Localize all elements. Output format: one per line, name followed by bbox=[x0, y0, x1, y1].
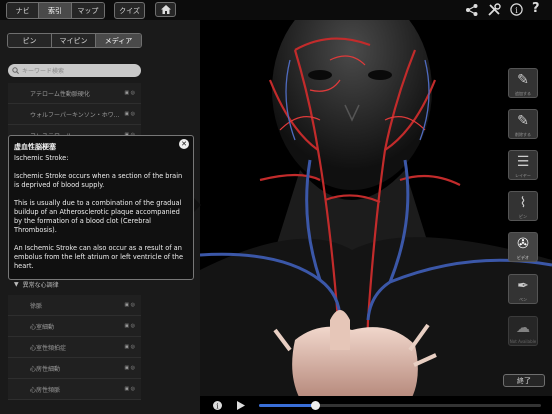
section-title: 異常な心調律 bbox=[22, 282, 59, 289]
tab-navi[interactable]: ナビ bbox=[7, 3, 40, 18]
pin-remove-icon: ✎ bbox=[517, 113, 529, 129]
svg-text:i: i bbox=[515, 6, 518, 15]
lock-pin-icon: ▣ ◎ bbox=[124, 302, 135, 308]
list-item[interactable]: 心室性頻拍症 ▣ ◎ bbox=[8, 337, 141, 358]
pin-add-icon: ✎ bbox=[517, 72, 529, 88]
triangle-down-icon: ▼ bbox=[14, 281, 19, 288]
info-popup: 虚血性脳梗塞 ✕ Ischemic Stroke: Ischemic Strok… bbox=[8, 135, 194, 280]
end-button[interactable]: 終了 bbox=[503, 374, 545, 387]
anatomy-3d-model bbox=[200, 20, 552, 414]
list-item[interactable]: 徐脈 ▣ ◎ bbox=[8, 295, 141, 316]
play-icon[interactable] bbox=[236, 401, 245, 410]
pin-icon: ⌇ bbox=[519, 195, 527, 211]
popup-body: Ischemic Stroke: Ischemic Stroke occurs … bbox=[14, 154, 188, 271]
search-placeholder: キーワード検索 bbox=[22, 68, 65, 75]
lock-pin-icon: ▣ ◎ bbox=[124, 386, 135, 392]
list-item[interactable]: アテローム性動脈硬化 ▣ ◎ bbox=[8, 83, 141, 104]
pin-button[interactable]: ⌇ ピン bbox=[508, 191, 538, 221]
list-item-label: 心房性細動 bbox=[30, 365, 61, 373]
playback-track[interactable] bbox=[259, 401, 541, 410]
pen-icon: ✒ bbox=[517, 278, 529, 294]
info-icon[interactable]: i bbox=[510, 3, 523, 16]
tool-label: ピン bbox=[519, 214, 527, 219]
tab-map[interactable]: マップ bbox=[71, 3, 104, 18]
film-reel-icon: ✇ bbox=[517, 236, 529, 252]
home-icon bbox=[160, 5, 171, 14]
popup-paragraph: Ischemic Stroke: bbox=[14, 154, 69, 162]
popup-paragraph: Ischemic Stroke occurs when a section of… bbox=[14, 172, 183, 189]
list-item-label: 心室細動 bbox=[30, 323, 55, 331]
close-icon[interactable]: ✕ bbox=[179, 139, 189, 149]
brain-button: ☁ Not Available bbox=[508, 316, 538, 346]
info-icon[interactable]: i bbox=[213, 401, 222, 410]
list-item-label: 心室性頻拍症 bbox=[30, 344, 67, 352]
lock-pin-icon: ▣ ◎ bbox=[124, 323, 135, 329]
list-item-label: 心房性頻脈 bbox=[30, 386, 61, 394]
video-button[interactable]: ✇ ビデオ bbox=[508, 232, 538, 262]
list-item[interactable]: 心房性頻脈 ▣ ◎ bbox=[8, 379, 141, 400]
tab-index[interactable]: 索引 bbox=[39, 3, 72, 18]
popup-paragraph: This is usually due to a combination of … bbox=[14, 199, 182, 234]
tab-my-pins[interactable]: マイピン bbox=[52, 34, 96, 47]
brain-icon: ☁ bbox=[516, 320, 530, 336]
layers-button[interactable]: ☰ レイヤー bbox=[508, 150, 538, 180]
lock-pin-icon: ▣ ◎ bbox=[124, 90, 135, 96]
search-icon bbox=[12, 67, 19, 74]
list-item-label: ウォルフーパーキンソン・ホワ... bbox=[30, 111, 120, 119]
anatomy-viewport[interactable] bbox=[200, 20, 552, 414]
lock-pin-icon: ▣ ◎ bbox=[124, 344, 135, 350]
tools-icon[interactable] bbox=[488, 3, 501, 16]
main-tabs: ナビ 索引 マップ bbox=[6, 2, 105, 19]
tool-label: 削除する bbox=[515, 132, 531, 137]
tab-media[interactable]: メディア bbox=[96, 34, 141, 47]
lock-pin-icon: ▣ ◎ bbox=[124, 111, 135, 117]
remove-pin-button[interactable]: ✎ 削除する bbox=[508, 109, 538, 139]
pen-button[interactable]: ✒ ペン bbox=[508, 274, 538, 304]
list-item[interactable]: 心房性細動 ▣ ◎ bbox=[8, 358, 141, 379]
lock-pin-icon: ▣ ◎ bbox=[124, 365, 135, 371]
list-item[interactable]: 心室細動 ▣ ◎ bbox=[8, 316, 141, 337]
help-icon[interactable]: ? bbox=[532, 1, 540, 16]
search-input[interactable]: キーワード検索 bbox=[8, 64, 141, 77]
layers-icon: ☰ bbox=[516, 154, 530, 170]
share-icon[interactable] bbox=[465, 3, 479, 17]
tool-label: Not Available bbox=[509, 339, 537, 344]
playback-progress bbox=[259, 404, 316, 407]
tab-pins[interactable]: ピン bbox=[8, 34, 52, 47]
tool-label: ペン bbox=[519, 297, 527, 302]
quiz-button[interactable]: クイズ bbox=[114, 2, 145, 19]
list-item[interactable]: ウォルフーパーキンソン・ホワ... ▣ ◎ bbox=[8, 104, 141, 125]
sub-tabs: ピン マイピン メディア bbox=[7, 33, 142, 48]
tool-label: ビデオ bbox=[517, 255, 529, 260]
list-item-label: アテローム性動脈硬化 bbox=[30, 90, 90, 98]
popup-arrow bbox=[194, 198, 201, 212]
popup-paragraph: An Ischemic Stroke can also occur as a r… bbox=[14, 244, 184, 270]
popup-title: 虚血性脳梗塞 bbox=[14, 143, 56, 151]
tool-label: レイヤー bbox=[515, 173, 531, 178]
home-button[interactable] bbox=[155, 2, 176, 17]
tool-label: 追加する bbox=[515, 91, 531, 96]
list-item-label: 徐脈 bbox=[30, 302, 43, 310]
add-pin-button[interactable]: ✎ 追加する bbox=[508, 68, 538, 98]
